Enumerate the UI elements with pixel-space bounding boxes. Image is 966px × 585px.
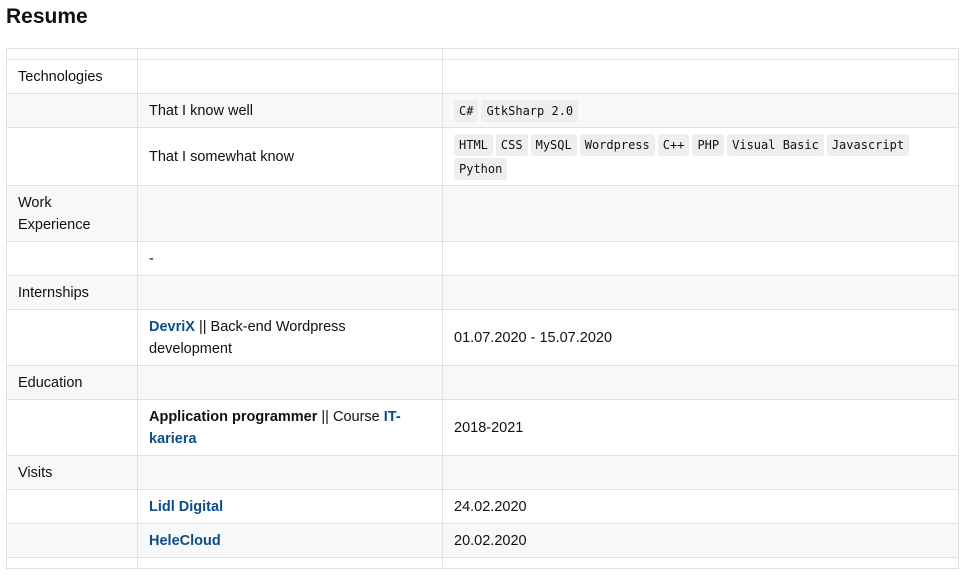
education-title: Application programmer: [149, 408, 318, 425]
section-label-work-experience: Work Experience: [6, 185, 138, 242]
tech-tag: HTML: [454, 133, 493, 156]
tech-tag: Javascript: [826, 133, 910, 156]
tech-tag: CSS: [495, 133, 528, 156]
section-label-internships: Internships: [6, 275, 138, 310]
tech-tag: GtkSharp 2.0: [481, 99, 579, 122]
table-row-internship: DevriX || Back-end Wordpress development…: [6, 309, 959, 366]
tech-tag: MySQL: [530, 133, 577, 156]
table-row-work-experience: Work Experience: [6, 185, 959, 242]
tech-tag: Python: [454, 157, 508, 180]
section-label-education: Education: [6, 365, 138, 400]
know-well-tags: C# GtkSharp 2.0: [442, 93, 959, 128]
work-entry: -: [137, 241, 443, 276]
tech-tag: Wordpress: [579, 133, 655, 156]
table-row-education-entry: Application programmer || Course IT-kari…: [6, 399, 959, 456]
somewhat-know-label: That I somewhat know: [137, 127, 443, 186]
visit-date: 20.02.2020: [442, 523, 959, 558]
know-well-label: That I know well: [137, 93, 443, 128]
resume-table: Technologies That I know well C# GtkSharp…: [6, 48, 959, 569]
separator: ||: [194, 318, 211, 335]
table-row-know-well: That I know well C# GtkSharp 2.0: [6, 93, 959, 128]
table-row-visit: Lidl Digital 24.02.2020: [6, 489, 959, 524]
table-row-visits: Visits: [6, 455, 959, 490]
somewhat-know-tags: HTML CSS MySQL Wordpress C++ PHP Visual Basic J…: [442, 127, 959, 186]
table-row-bottom-edge: [6, 557, 959, 569]
education-description: Application programmer || Course IT-kari…: [137, 399, 443, 456]
tech-tag: Visual Basic: [727, 133, 824, 156]
page-title: Resume: [6, 5, 88, 28]
table-row-somewhat-know: That I somewhat know HTML CSS MySQL Wordpre…: [6, 127, 959, 186]
internship-dates: 01.07.2020 - 15.07.2020: [442, 309, 959, 366]
company-link-devrix[interactable]: DevriX: [149, 319, 195, 335]
section-label-visits: Visits: [6, 455, 138, 490]
table-row-top-edge: [6, 48, 959, 60]
table-row-work-entry: -: [6, 241, 959, 276]
visit-link-helecloud[interactable]: HeleCloud: [149, 533, 221, 549]
internship-description: DevriX || Back-end Wordpress development: [137, 309, 443, 366]
section-label-technologies: Technologies: [6, 59, 138, 94]
table-row-internships: Internships: [6, 275, 959, 310]
tech-tag: C++: [657, 133, 690, 156]
table-row-technologies: Technologies: [6, 59, 959, 94]
table-row-visit: HeleCloud 20.02.2020: [6, 523, 959, 558]
separator: || Course: [317, 408, 384, 425]
tech-tag: C#: [454, 99, 479, 122]
visit-date: 24.02.2020: [442, 489, 959, 524]
tech-tag: PHP: [692, 133, 725, 156]
visit-link-lidl-digital[interactable]: Lidl Digital: [149, 499, 223, 515]
education-dates: 2018-2021: [442, 399, 959, 456]
table-row-education: Education: [6, 365, 959, 400]
